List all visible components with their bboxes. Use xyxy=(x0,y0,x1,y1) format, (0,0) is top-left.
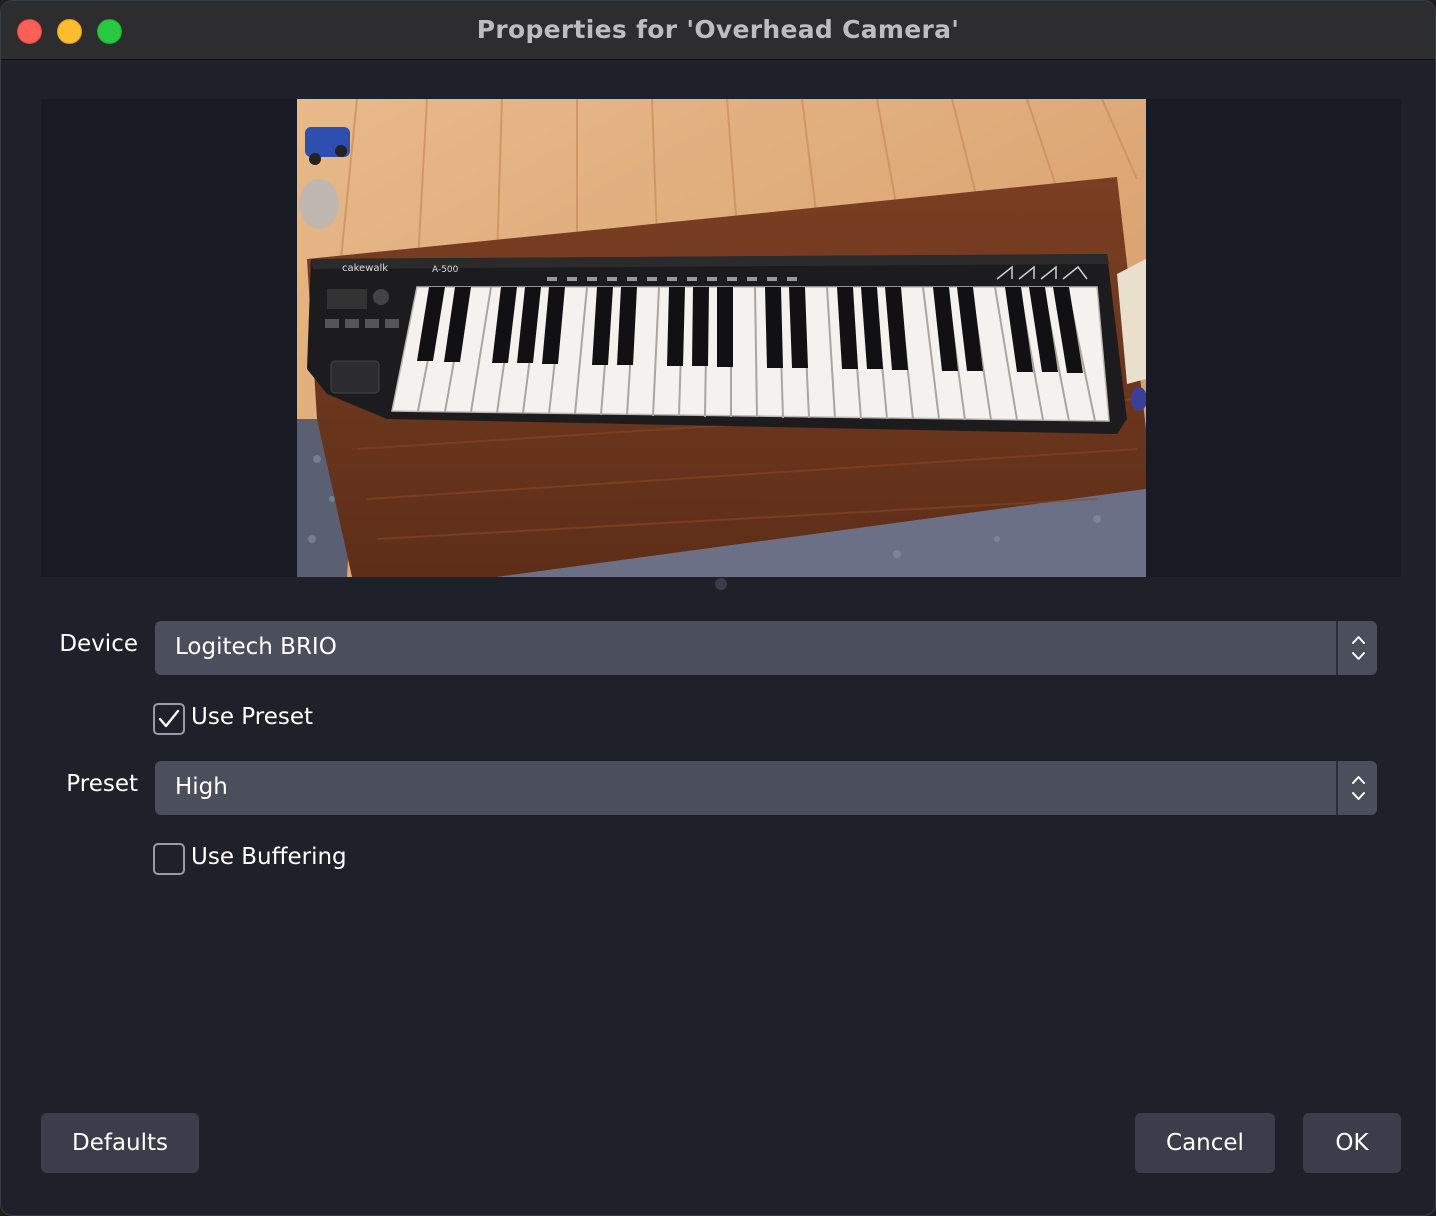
camera-preview-area: cakewalk A-500 xyxy=(41,99,1401,577)
preset-label: Preset xyxy=(66,771,138,797)
preset-select[interactable]: High xyxy=(155,761,1377,815)
title-bar[interactable]: Properties for 'Overhead Camera' xyxy=(1,1,1435,60)
camera-preview-image: cakewalk A-500 xyxy=(297,99,1146,577)
keyboard-model-text: A-500 xyxy=(432,265,459,275)
updown-chevron-icon xyxy=(1336,621,1377,675)
ok-button[interactable]: OK xyxy=(1303,1113,1401,1173)
device-select-value: Logitech BRIO xyxy=(175,634,337,660)
use-buffering-checkbox[interactable] xyxy=(153,843,185,875)
device-select[interactable]: Logitech BRIO xyxy=(155,621,1377,675)
cancel-button[interactable]: Cancel xyxy=(1135,1113,1275,1173)
keyboard-photo: cakewalk A-500 xyxy=(297,99,1146,577)
keyboard-brand-text: cakewalk xyxy=(342,263,388,274)
defaults-button[interactable]: Defaults xyxy=(41,1113,199,1173)
use-buffering-label: Use Buffering xyxy=(191,844,347,870)
use-preset-label: Use Preset xyxy=(191,704,313,730)
splitter-handle[interactable] xyxy=(715,578,727,590)
checkmark-icon xyxy=(158,709,180,728)
window-title: Properties for 'Overhead Camera' xyxy=(476,15,960,44)
preset-select-value: High xyxy=(175,774,228,800)
updown-chevron-icon xyxy=(1336,761,1377,815)
use-preset-checkbox[interactable] xyxy=(153,703,185,735)
properties-window: Properties for 'Overhead Camera' cakewal… xyxy=(0,0,1436,1216)
device-label: Device xyxy=(59,631,138,657)
